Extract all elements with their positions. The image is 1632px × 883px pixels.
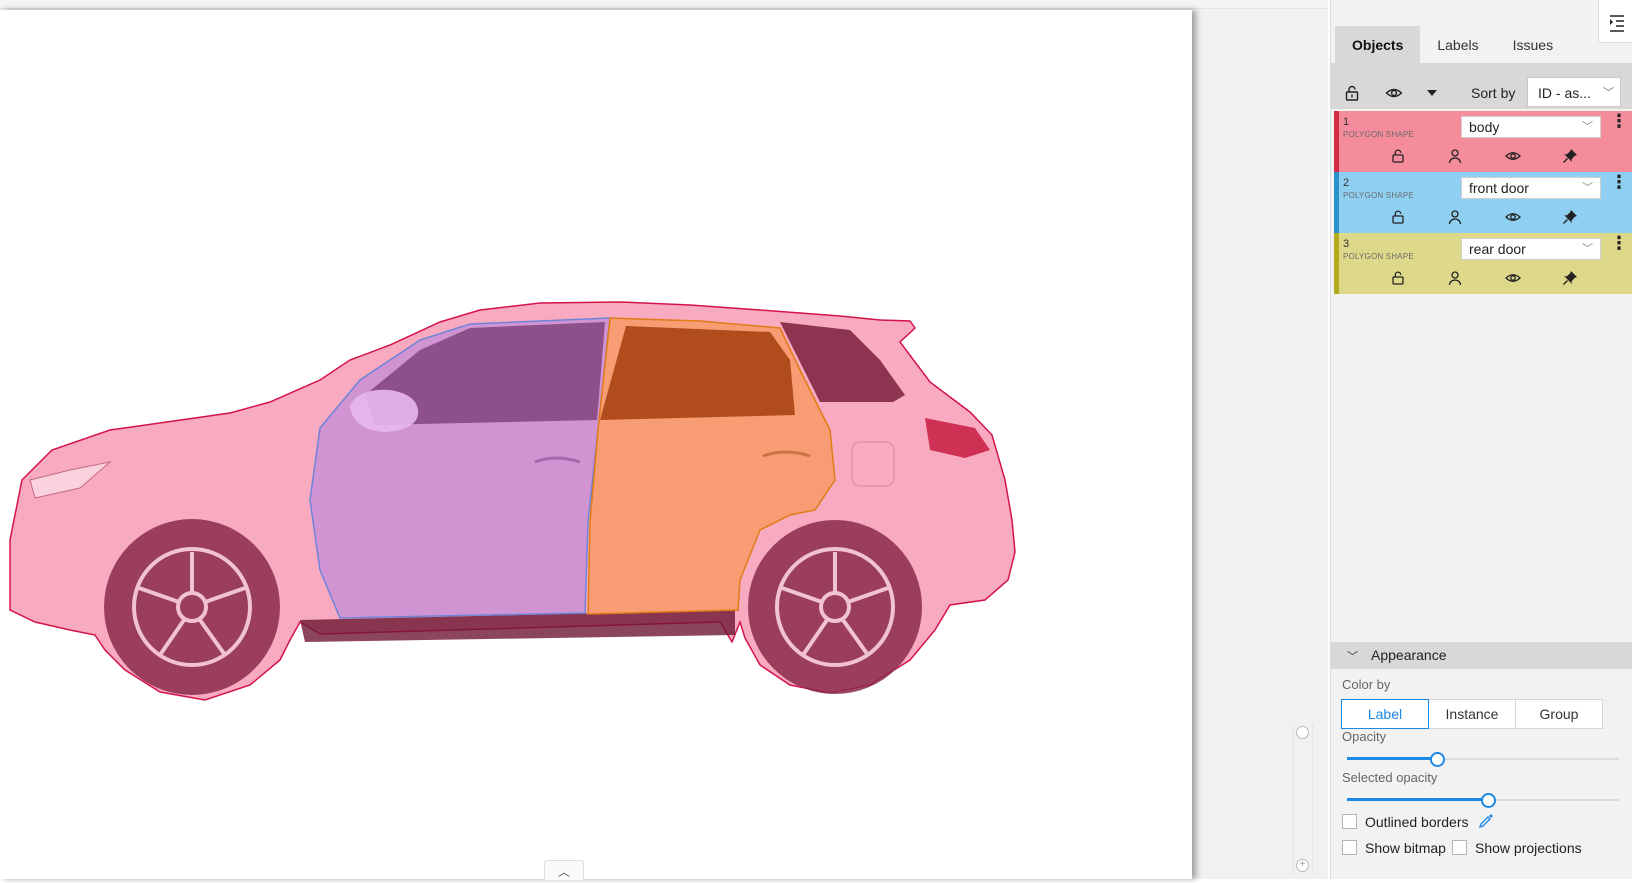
opacity-slider[interactable] (1347, 752, 1619, 767)
collapse-sidebar-button[interactable] (1598, 0, 1632, 43)
lock-icon[interactable] (1390, 148, 1406, 164)
slider-fill (1347, 757, 1437, 760)
object-color-stripe (1334, 172, 1339, 233)
object-card-body[interactable]: 1 POLYGON SHAPE body ﹀ ⋮ (1334, 111, 1632, 172)
objects-toolbar: Sort by ID - as... ﹀ (1331, 77, 1632, 109)
user-icon[interactable] (1447, 148, 1463, 164)
eye-icon[interactable] (1505, 270, 1521, 286)
object-label-value: front door (1469, 180, 1529, 196)
user-icon[interactable] (1447, 209, 1463, 225)
eye-icon[interactable] (1385, 84, 1403, 102)
zoom-slider[interactable]: + (1293, 724, 1313, 874)
outlined-borders-option[interactable]: Outlined borders (1342, 813, 1494, 830)
annotation-workspace[interactable]: + ︿ (0, 0, 1328, 880)
lock-icon[interactable] (1343, 84, 1361, 102)
more-options-icon[interactable]: ⋮ (1610, 112, 1628, 130)
show-projections-option[interactable]: Show projections (1452, 840, 1582, 856)
selected-opacity-label: Selected opacity (1342, 770, 1438, 785)
chevron-down-icon: ﹀ (1582, 243, 1593, 255)
zoom-in-icon[interactable]: + (1296, 859, 1309, 872)
color-by-label: Color by (1342, 677, 1391, 692)
outlined-borders-text: Outlined borders (1365, 814, 1469, 830)
object-label-value: rear door (1469, 241, 1526, 257)
more-options-icon[interactable]: ⋮ (1610, 173, 1628, 191)
color-by-instance-option[interactable]: Instance (1428, 699, 1516, 729)
object-type: POLYGON SHAPE (1343, 252, 1414, 261)
pin-icon[interactable] (1562, 270, 1578, 286)
eye-icon[interactable] (1505, 209, 1521, 225)
object-color-stripe (1334, 111, 1339, 172)
selected-opacity-slider[interactable] (1347, 793, 1619, 808)
show-projections-text: Show projections (1475, 840, 1582, 856)
slider-thumb[interactable] (1430, 752, 1445, 767)
tab-issues[interactable]: Issues (1496, 26, 1570, 64)
appearance-section-header[interactable]: ﹀ Appearance (1331, 642, 1632, 669)
color-picker-icon[interactable] (1478, 813, 1494, 829)
pin-icon[interactable] (1562, 148, 1578, 164)
sidebar-tabs: Objects Labels Issues (1335, 26, 1570, 64)
appearance-title: Appearance (1371, 647, 1447, 663)
objects-sidebar: Objects Labels Issues Sort by ID - as...… (1330, 0, 1632, 879)
show-bitmap-text: Show bitmap (1365, 840, 1446, 856)
pin-icon[interactable] (1562, 209, 1578, 225)
sidebar-toggle-icon (1610, 15, 1624, 32)
caret-down-icon[interactable] (1423, 84, 1441, 102)
color-by-group-option[interactable]: Group (1515, 699, 1603, 729)
tabs-divider (1331, 63, 1632, 77)
object-id: 1 (1343, 116, 1350, 128)
show-bitmap-checkbox[interactable] (1342, 840, 1357, 855)
color-by-toggle-group: Label Instance Group (1341, 699, 1603, 729)
object-label-select[interactable]: front door ﹀ (1461, 177, 1601, 199)
lock-icon[interactable] (1390, 209, 1406, 225)
show-bitmap-option[interactable]: Show bitmap (1342, 840, 1446, 856)
slider-fill (1347, 798, 1488, 801)
lock-icon[interactable] (1390, 270, 1406, 286)
object-type: POLYGON SHAPE (1343, 130, 1414, 139)
sort-by-select[interactable]: ID - as... ﹀ (1527, 77, 1621, 107)
annotated-car-image[interactable] (0, 10, 1190, 730)
workspace-top-strip (0, 0, 1328, 9)
sort-by-label: Sort by (1471, 85, 1516, 101)
object-color-stripe (1334, 233, 1339, 294)
object-card-rear-door[interactable]: 3 POLYGON SHAPE rear door ﹀ ⋮ (1334, 233, 1632, 294)
expand-bottom-panel-button[interactable]: ︿ (544, 860, 584, 880)
opacity-label: Opacity (1342, 729, 1387, 744)
object-card-front-door[interactable]: 2 POLYGON SHAPE front door ﹀ ⋮ (1334, 172, 1632, 233)
outlined-borders-checkbox[interactable] (1342, 814, 1357, 829)
eye-icon[interactable] (1505, 148, 1521, 164)
zoom-slider-handle[interactable] (1296, 726, 1309, 739)
tab-labels[interactable]: Labels (1420, 26, 1495, 64)
object-id: 3 (1343, 238, 1350, 250)
show-projections-checkbox[interactable] (1452, 840, 1467, 855)
chevron-down-icon: ﹀ (1347, 651, 1358, 663)
object-label-select[interactable]: rear door ﹀ (1461, 238, 1601, 260)
tab-objects[interactable]: Objects (1335, 26, 1421, 64)
chevron-down-icon: ﹀ (1603, 87, 1614, 99)
rear-door-window (600, 326, 795, 420)
slider-thumb[interactable] (1481, 793, 1496, 808)
chevron-down-icon: ﹀ (1582, 121, 1593, 133)
user-icon[interactable] (1447, 270, 1463, 286)
object-id: 2 (1343, 177, 1350, 189)
object-label-value: body (1469, 119, 1500, 135)
front-wheel (104, 519, 280, 695)
object-label-select[interactable]: body ﹀ (1461, 116, 1601, 138)
more-options-icon[interactable]: ⋮ (1610, 234, 1628, 252)
object-type: POLYGON SHAPE (1343, 191, 1414, 200)
chevron-down-icon: ﹀ (1582, 182, 1593, 194)
color-by-label-option[interactable]: Label (1341, 699, 1429, 729)
rear-wheel (748, 520, 922, 694)
sort-by-value: ID - as... (1538, 85, 1591, 101)
